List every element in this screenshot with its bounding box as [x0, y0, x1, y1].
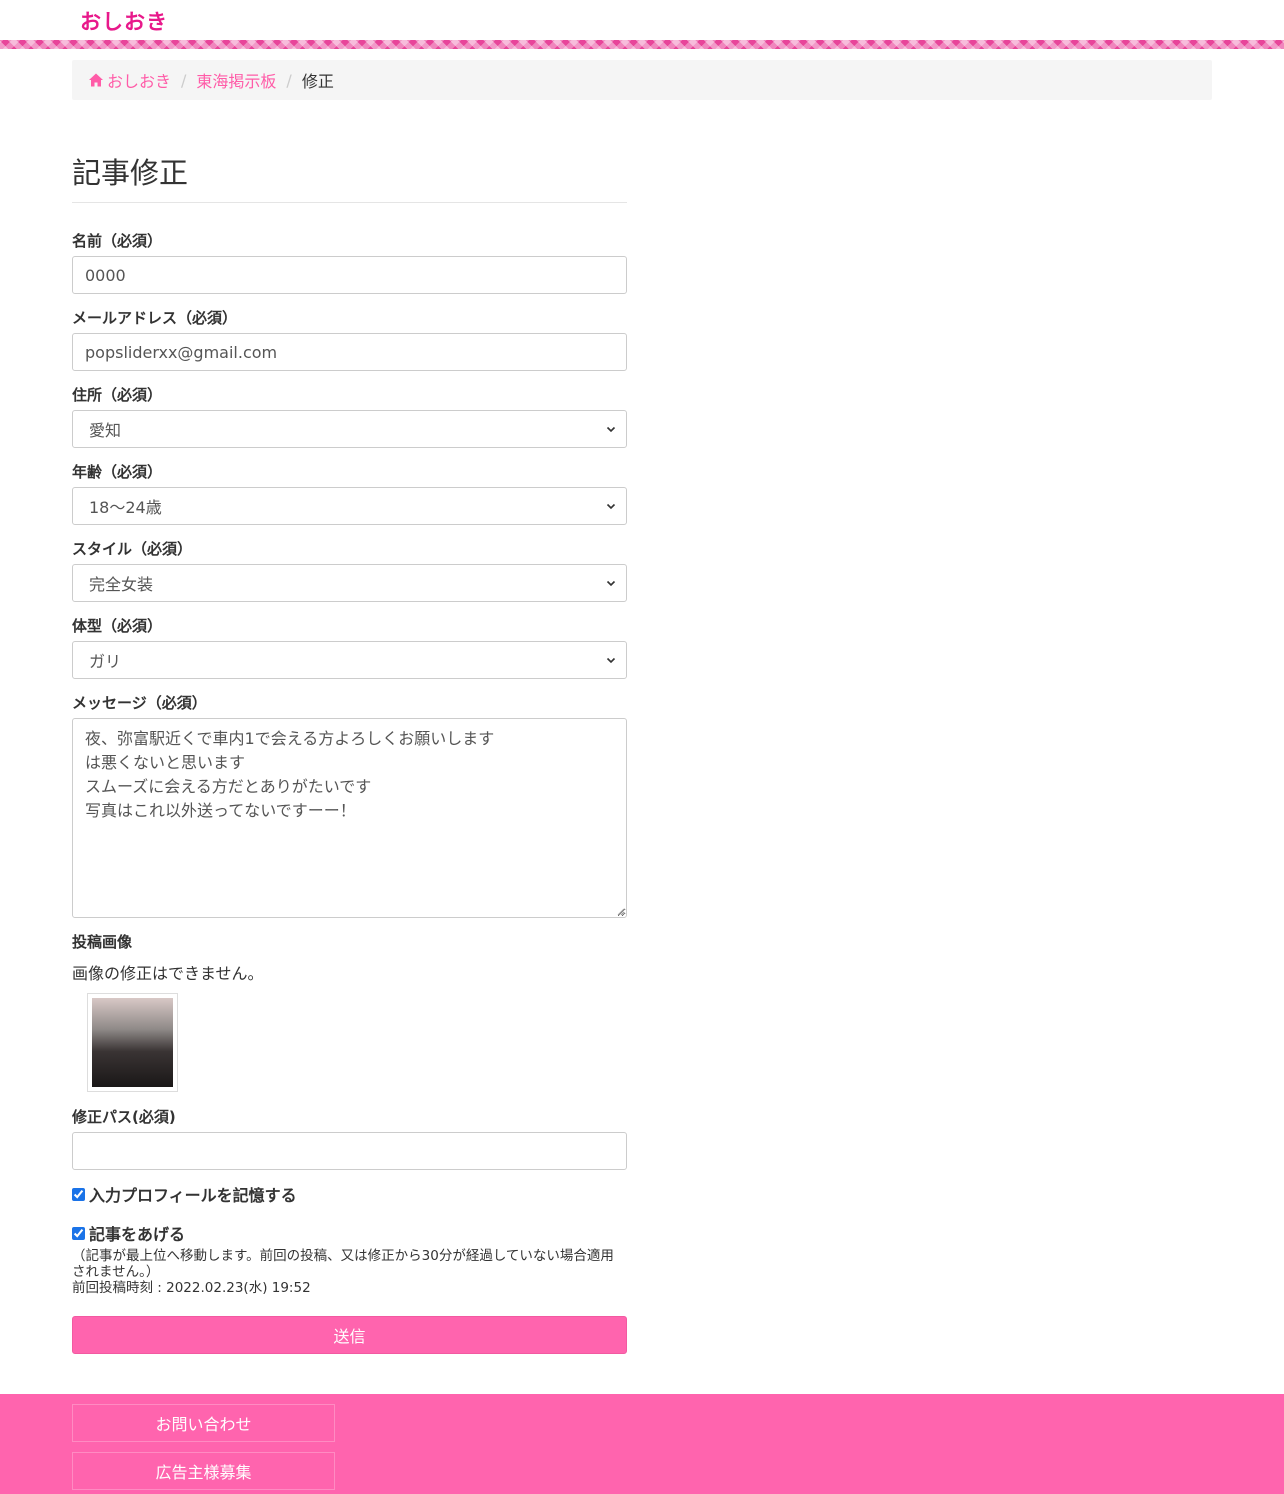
password-label: 修正パス(必須) — [72, 1108, 176, 1126]
bump-row[interactable]: 記事をあげる — [72, 1221, 185, 1245]
remember-profile-row[interactable]: 入力プロフィールを記憶する — [72, 1182, 297, 1206]
bump-note: （記事が最上位へ移動します。前回の投稿、又は修正から30分が経過していない場合適… — [72, 1248, 614, 1280]
breadcrumb-separator: / — [286, 70, 292, 90]
chevron-down-icon — [606, 503, 616, 510]
submit-button[interactable]: 送信 — [72, 1316, 627, 1354]
top-header: おしおき — [0, 0, 1284, 40]
chevron-down-icon — [606, 657, 616, 664]
style-selected-value: 完全女装 — [89, 575, 154, 594]
chevron-down-icon — [606, 580, 616, 587]
edit-form: 記事修正 名前（必須） 0000 メールアドレス（必須） popsliderxx… — [72, 150, 627, 1354]
advertise-button[interactable]: 広告主様募集 — [72, 1452, 335, 1490]
breadcrumb-home-link[interactable]: おしおき — [88, 68, 171, 92]
bump-checkbox[interactable] — [72, 1226, 85, 1240]
name-input[interactable]: 0000 — [72, 256, 627, 294]
footer: お問い合わせ 広告主様募集 — [0, 1394, 1284, 1494]
breadcrumb-separator: / — [181, 70, 187, 90]
contact-button[interactable]: お問い合わせ — [72, 1404, 335, 1442]
breadcrumb-home-label: おしおき — [107, 72, 172, 91]
site-logo[interactable]: おしおき — [80, 6, 168, 36]
breadcrumb: おしおき / 東海掲示板 / 修正 — [72, 60, 1212, 100]
image-note: 画像の修正はできません。 — [72, 964, 264, 983]
post-image — [92, 998, 173, 1087]
home-icon — [89, 73, 103, 87]
style-label: スタイル（必須） — [72, 540, 193, 558]
post-image-thumbnail — [87, 993, 178, 1092]
breadcrumb-current: 修正 — [301, 72, 334, 91]
message-textarea[interactable]: 夜、弥富駅近くで車内1で会える方よろしくお願いします は悪くないと思います スム… — [73, 719, 626, 917]
last-post-time: 前回投稿時刻 : 2022.02.23(水) 19:52 — [72, 1280, 311, 1296]
password-input[interactable] — [72, 1132, 627, 1170]
message-box: 夜、弥富駅近くで車内1で会える方よろしくお願いします は悪くないと思います スム… — [72, 718, 627, 918]
bump-label: 記事をあげる — [89, 1225, 186, 1244]
body-type-label: 体型（必須） — [72, 617, 163, 635]
resize-grip-icon[interactable] — [617, 908, 625, 916]
age-select[interactable]: 18〜24歳 — [72, 487, 627, 525]
chevron-down-icon — [606, 426, 616, 433]
remember-profile-label: 入力プロフィールを記憶する — [89, 1186, 297, 1205]
age-selected-value: 18〜24歳 — [89, 498, 162, 517]
image-label: 投稿画像 — [72, 933, 133, 951]
style-select[interactable]: 完全女装 — [72, 564, 627, 602]
address-selected-value: 愛知 — [89, 421, 122, 440]
page-title: 記事修正 — [72, 150, 627, 203]
body-type-select[interactable]: ガリ — [72, 641, 627, 679]
remember-profile-checkbox[interactable] — [72, 1187, 85, 1201]
breadcrumb-board-link[interactable]: 東海掲示板 — [196, 68, 276, 92]
name-label: 名前（必須） — [72, 232, 163, 250]
header-stripe — [0, 40, 1284, 49]
address-label: 住所（必須） — [72, 386, 163, 404]
age-label: 年齢（必須） — [72, 463, 163, 481]
email-label: メールアドレス（必須） — [72, 309, 238, 327]
address-select[interactable]: 愛知 — [72, 410, 627, 448]
message-label: メッセージ（必須） — [72, 694, 207, 712]
email-input[interactable]: popsliderxx@gmail.com — [72, 333, 627, 371]
body-type-selected-value: ガリ — [89, 652, 122, 671]
